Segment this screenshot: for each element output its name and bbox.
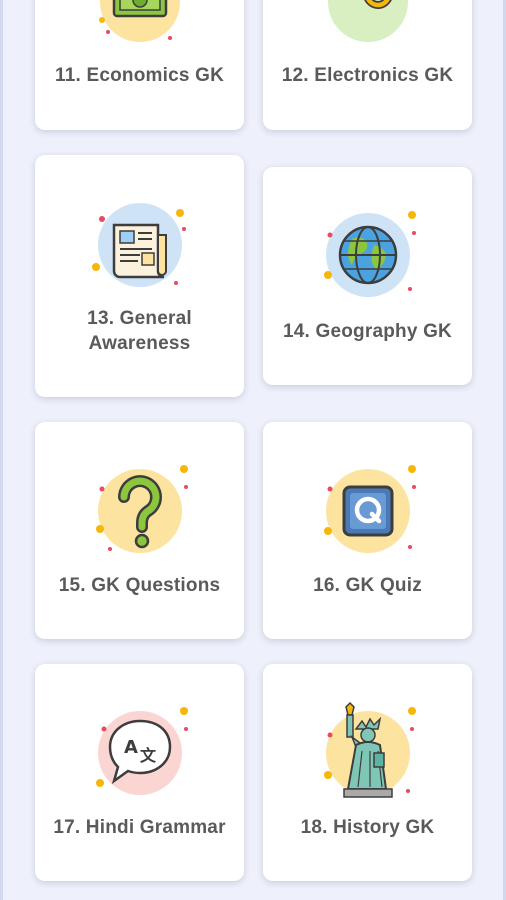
category-label: 16. GK Quiz bbox=[313, 575, 422, 596]
statue-of-liberty-icon bbox=[308, 701, 428, 806]
svg-text:文: 文 bbox=[140, 746, 157, 765]
newspaper-icon bbox=[80, 193, 200, 298]
category-label: 15. GK Questions bbox=[58, 575, 221, 596]
question-mark-icon bbox=[80, 459, 200, 564]
category-card-history[interactable]: 18. History GK bbox=[263, 664, 472, 881]
category-card-gk-questions[interactable]: 15. GK Questions bbox=[35, 422, 244, 639]
category-card-hindi-grammar[interactable]: A 文 17. Hindi Grammar bbox=[35, 664, 244, 881]
category-card-gk-quiz[interactable]: 16. GK Quiz bbox=[263, 422, 472, 639]
category-label: 18. History GK bbox=[300, 817, 435, 838]
money-icon bbox=[80, 0, 200, 55]
quiz-q-icon bbox=[308, 459, 428, 564]
category-card-electronics[interactable]: 12. Electronics GK bbox=[263, 0, 472, 130]
category-label: 11. Economics GK bbox=[55, 65, 224, 86]
category-label: 13. General Awareness bbox=[87, 308, 192, 354]
translate-bubble-icon: A 文 bbox=[80, 701, 200, 806]
electric-plug-icon bbox=[308, 0, 428, 55]
svg-text:A: A bbox=[124, 737, 138, 758]
globe-icon bbox=[308, 203, 428, 308]
category-label: 17. Hindi Grammar bbox=[53, 817, 226, 838]
category-label: 12. Electronics GK bbox=[281, 65, 454, 86]
category-card-general-awareness[interactable]: 13. General Awareness bbox=[35, 155, 244, 397]
category-card-geography[interactable]: 14. Geography GK bbox=[263, 167, 472, 385]
category-card-economics[interactable]: 11. Economics GK bbox=[35, 0, 244, 130]
category-label: 14. Geography GK bbox=[283, 321, 452, 342]
screen-edge-left bbox=[0, 0, 3, 900]
